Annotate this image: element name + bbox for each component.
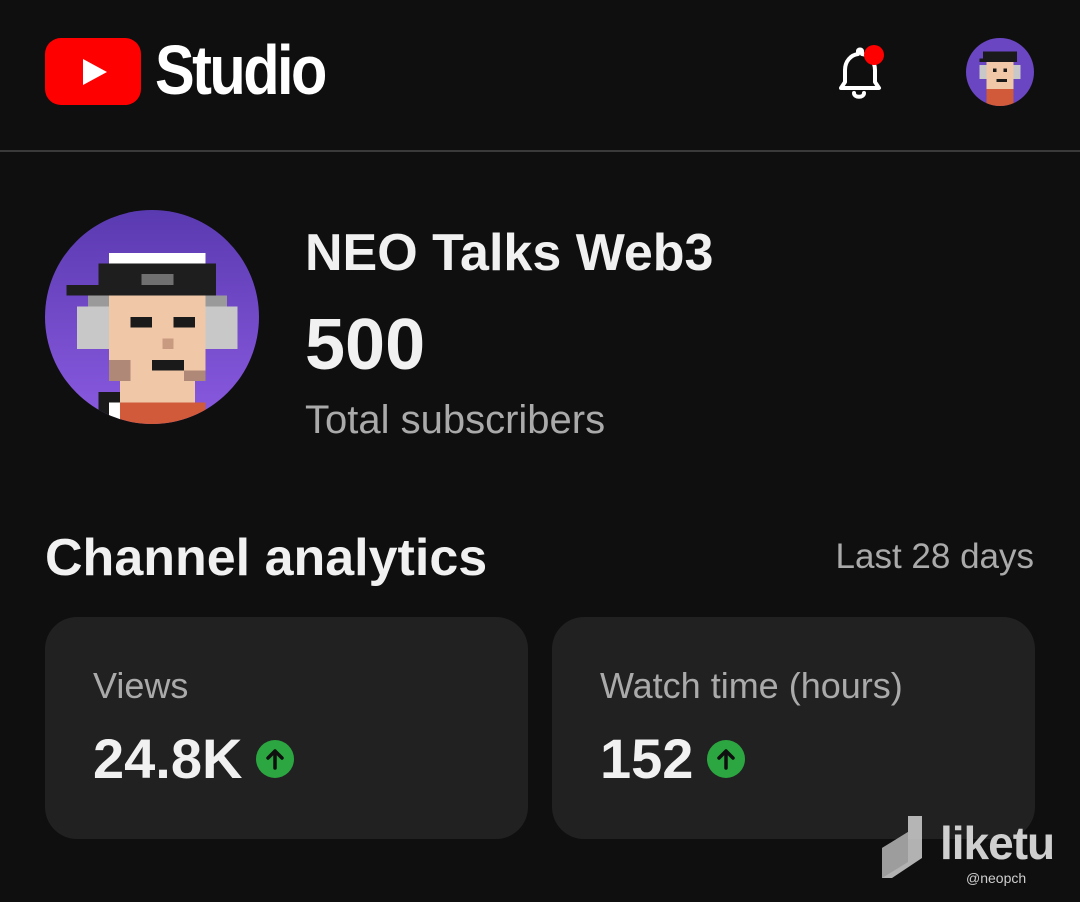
pixel-avatar-icon [966, 38, 1034, 106]
views-label: Views [93, 665, 189, 706]
liketu-logo-icon [882, 816, 922, 878]
account-avatar-button[interactable] [966, 38, 1034, 106]
watch-time-card[interactable]: Watch time (hours) 152 [552, 617, 1035, 839]
notification-badge [864, 45, 884, 65]
pixel-avatar-icon [45, 210, 259, 424]
watermark-brand: liketu [940, 817, 1055, 869]
channel-avatar[interactable] [45, 210, 259, 424]
watermark-handle: @neopch [966, 870, 1027, 886]
watch-time-value: 152 [600, 727, 694, 790]
views-value-row: 24.8K [93, 727, 295, 791]
analytics-title: Channel analytics [45, 529, 488, 587]
channel-name: NEO Talks Web3 [305, 224, 714, 282]
play-icon [83, 59, 107, 85]
bell-icon [839, 45, 884, 99]
watch-time-label: Watch time (hours) [600, 665, 903, 706]
watch-time-value-row: 152 [600, 727, 746, 791]
notifications-button[interactable] [831, 44, 887, 104]
studio-dashboard: Studio NEO Talks Web3 500 Total subscrib… [0, 0, 1080, 902]
subscriber-count: 500 [305, 305, 426, 385]
views-value: 24.8K [93, 727, 243, 790]
arrow-up-icon [707, 740, 746, 778]
studio-wordmark[interactable]: Studio [155, 30, 327, 110]
subscriber-label: Total subscribers [305, 398, 606, 442]
header-divider [0, 150, 1080, 152]
top-app-bar: Studio [0, 0, 1080, 151]
views-card[interactable]: Views 24.8K [45, 617, 528, 839]
analytics-period[interactable]: Last 28 days [836, 537, 1034, 577]
liketu-watermark: liketu @neopch [878, 812, 1068, 892]
youtube-logo-icon[interactable] [45, 38, 141, 105]
arrow-up-icon [256, 740, 295, 778]
